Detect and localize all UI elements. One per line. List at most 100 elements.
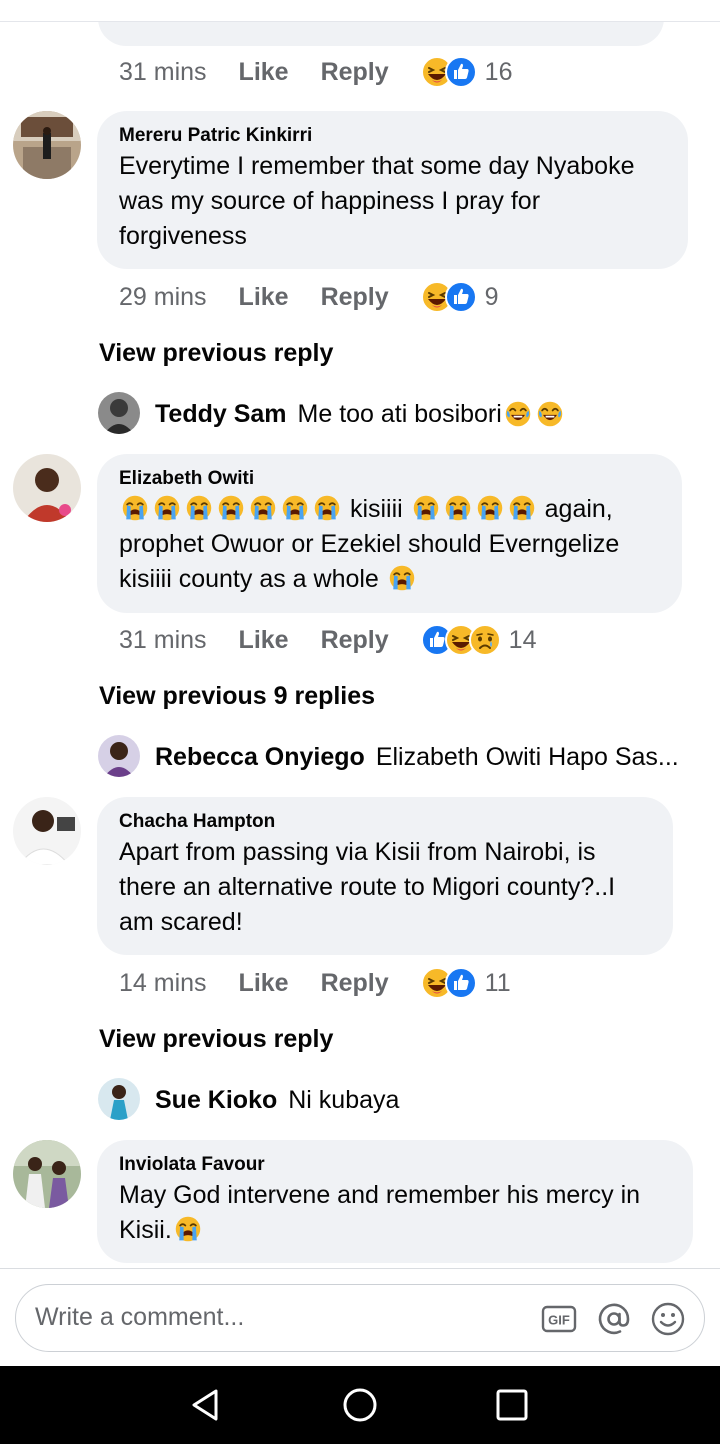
reactions-summary[interactable] [421, 56, 477, 88]
mention-icon[interactable] [595, 1300, 633, 1338]
like-button[interactable]: Like [239, 283, 289, 312]
comment-author[interactable]: Inviolata Favour [119, 1154, 671, 1176]
joy-emoji-icon [504, 400, 532, 428]
reply-preview[interactable]: Sue Kioko Ni kubaya [155, 1079, 399, 1121]
comment-word: again, [544, 495, 613, 523]
crying-emoji-icon [249, 494, 277, 522]
crying-emoji-icon [121, 494, 149, 522]
crying-emoji-icon [217, 494, 245, 522]
crying-emoji-icon [444, 494, 472, 522]
comment-text-line: Everytime I remember that some day Nyabo… [119, 152, 635, 180]
reply-author[interactable]: Sue Kioko [155, 1086, 277, 1115]
crying-emoji-icon [281, 494, 309, 522]
comment-text-fragment: Kisii. [119, 1216, 172, 1244]
avatar[interactable] [13, 454, 81, 522]
reaction-count[interactable]: 14 [509, 626, 537, 655]
gif-icon[interactable]: GIF [540, 1300, 578, 1338]
comment-text-line: Kisii. [119, 1213, 671, 1248]
like-button[interactable]: Like [239, 969, 289, 998]
comment-time: 31 mins [119, 625, 207, 654]
avatar[interactable] [13, 1140, 81, 1208]
system-nav-bar [0, 1366, 720, 1444]
home-icon[interactable] [340, 1385, 380, 1425]
reply-button[interactable]: Reply [321, 969, 389, 998]
comment-meta: 14 mins Like Reply 11 [119, 966, 511, 1000]
comment-text-line: am scared! [119, 908, 243, 936]
like-reaction-icon [445, 56, 477, 88]
comment-bubble: Elizabeth Owiti kisiiii again, prophet O… [97, 454, 682, 613]
crying-emoji-icon [153, 494, 181, 522]
comment-text: kisiiii again, prophet Owuor or Ezekiel … [119, 492, 660, 597]
view-previous-replies[interactable]: View previous reply [99, 1025, 333, 1054]
reply-text: Elizabeth Owiti Hapo Sas... [375, 742, 679, 771]
comment-time: 29 mins [119, 282, 207, 311]
avatar[interactable] [13, 111, 81, 179]
crying-emoji-icon [185, 494, 213, 522]
avatar[interactable] [98, 1078, 140, 1120]
crying-emoji-icon [388, 564, 416, 592]
reactions-summary[interactable] [421, 967, 477, 999]
reaction-count[interactable]: 9 [485, 283, 499, 312]
comment-composer[interactable]: Write a comment... GIF [15, 1284, 705, 1352]
comment-text: Everytime I remember that some day Nyabo… [119, 149, 666, 254]
comment-text-line: kisiiii again, [119, 492, 660, 527]
reaction-count[interactable]: 11 [485, 969, 511, 998]
svg-text:GIF: GIF [548, 1313, 570, 1328]
comment-meta: 31 mins Like Reply 14 [119, 623, 536, 657]
joy-emoji-icon [536, 400, 564, 428]
top-divider [0, 0, 720, 22]
reply-preview[interactable]: Teddy Sam Me too ati bosibori [155, 393, 566, 435]
comment-bubble: Mereru Patric Kinkirri Everytime I remem… [97, 111, 688, 269]
reply-button[interactable]: Reply [321, 58, 389, 87]
comment-text-line: there an alternative route to Migori cou… [119, 873, 616, 901]
comment-time: 31 mins [119, 57, 207, 86]
recents-icon[interactable] [492, 1385, 532, 1425]
like-reaction-icon [445, 967, 477, 999]
comment-text-line: was my source of happiness I pray for [119, 187, 541, 215]
avatar[interactable] [98, 392, 140, 434]
comment-bubble: Chacha Hampton Apart from passing via Ki… [97, 797, 673, 955]
comment-text-fragment: kisiiii county as a whole [119, 565, 379, 593]
sad-reaction-icon [469, 624, 501, 656]
reactions-summary[interactable] [421, 281, 477, 313]
reply-author[interactable]: Rebecca Onyiego [155, 743, 365, 772]
view-previous-replies[interactable]: View previous 9 replies [99, 682, 375, 711]
crying-emoji-icon [412, 494, 440, 522]
crying-emoji-icon [174, 1215, 202, 1243]
comment-author[interactable]: Chacha Hampton [119, 811, 651, 833]
comment-text-line: forgiveness [119, 222, 247, 250]
comment-meta: 31 mins Like Reply 16 [119, 55, 512, 89]
composer-divider [0, 1268, 720, 1269]
comment-author[interactable]: Mereru Patric Kinkirri [119, 125, 666, 147]
crying-emoji-icon [313, 494, 341, 522]
comment-input[interactable]: Write a comment... [35, 1303, 244, 1332]
comment-text-line: prophet Owuor or Ezekiel should Everngel… [119, 530, 620, 558]
comment-word: kisiiii [349, 495, 403, 523]
comment-text-line: Apart from passing via Kisii from Nairob… [119, 838, 596, 866]
crying-emoji-icon [476, 494, 504, 522]
emoji-icon[interactable] [649, 1300, 687, 1338]
comment-text: May God intervene and remember his mercy… [119, 1178, 671, 1248]
like-button[interactable]: Like [239, 626, 289, 655]
reply-author[interactable]: Teddy Sam [155, 400, 287, 429]
reply-button[interactable]: Reply [321, 626, 389, 655]
like-reaction-icon [445, 281, 477, 313]
comment-text-line: kisiiii county as a whole [119, 562, 660, 597]
back-icon[interactable] [186, 1385, 226, 1425]
comment-bubble: Inviolata Favour May God intervene and r… [97, 1140, 693, 1263]
avatar[interactable] [13, 797, 81, 865]
reply-text: Me too ati bosibori [297, 399, 502, 428]
crying-emoji-icon [508, 494, 536, 522]
comment-time: 14 mins [119, 968, 207, 997]
reactions-summary[interactable] [421, 624, 501, 656]
comment-meta: 29 mins Like Reply 9 [119, 280, 499, 314]
comment-text: Apart from passing via Kisii from Nairob… [119, 835, 651, 940]
comment-author[interactable]: Elizabeth Owiti [119, 468, 660, 490]
reaction-count[interactable]: 16 [485, 58, 513, 87]
comment-text-line: May God intervene and remember his mercy… [119, 1181, 641, 1209]
avatar[interactable] [98, 735, 140, 777]
view-previous-replies[interactable]: View previous reply [99, 339, 333, 368]
reply-preview[interactable]: Rebecca Onyiego Elizabeth Owiti Hapo Sas… [155, 736, 679, 778]
like-button[interactable]: Like [239, 58, 289, 87]
reply-button[interactable]: Reply [321, 283, 389, 312]
